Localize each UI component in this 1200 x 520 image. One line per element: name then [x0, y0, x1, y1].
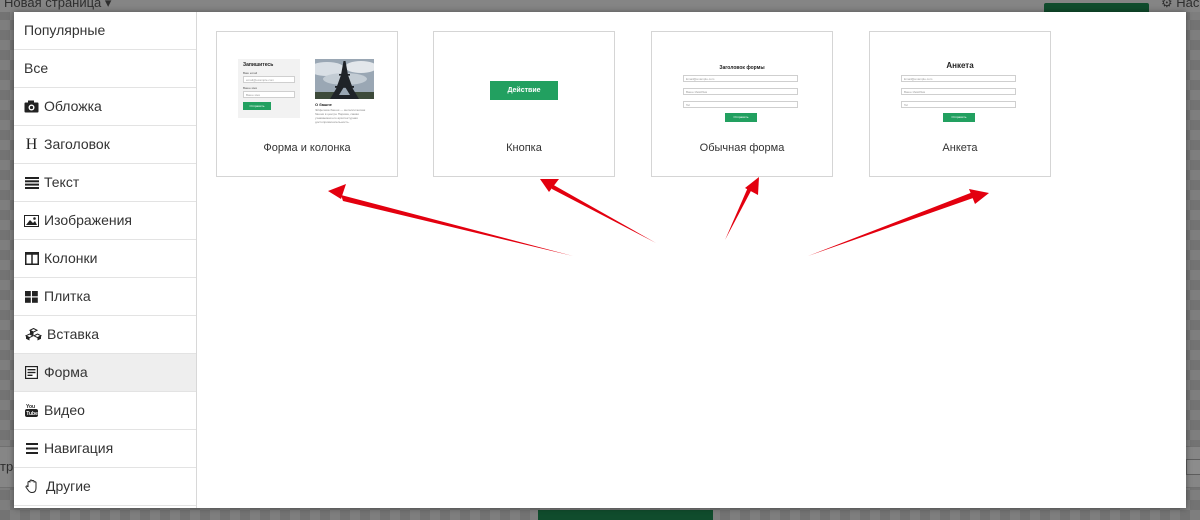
thumb-button: Действие — [490, 81, 558, 100]
sidebar-item-images[interactable]: Изображения — [14, 202, 196, 240]
image-icon — [24, 213, 39, 228]
sidebar-item-cover[interactable]: Обложка — [14, 88, 196, 126]
sidebar-item-columns[interactable]: Колонки — [14, 240, 196, 278]
thumb-form-title: Запишитесь — [243, 62, 274, 68]
sidebar-item-label: Текст — [44, 174, 80, 190]
eiffel-tower-photo — [315, 59, 374, 99]
thumb-input: Email@example.com — [901, 75, 1016, 82]
sidebar-item-heading[interactable]: H Заголовок — [14, 126, 196, 164]
sidebar-item-popular[interactable]: Популярные — [14, 12, 196, 50]
hand-icon — [24, 479, 41, 494]
tiles-icon — [24, 289, 39, 304]
header-icon: H — [25, 136, 38, 153]
sidebar-item-other[interactable]: Другие — [14, 468, 196, 506]
thumb-input: Tel — [683, 101, 798, 108]
form-icon — [24, 365, 39, 380]
category-sidebar: Популярные Все Обложка H Заголовок Текст… — [14, 12, 197, 508]
thumb-field-label: Ваше имя — [243, 86, 257, 90]
thumb-input: email@example.com — [243, 76, 295, 83]
thumb-caption-text: Эйфелева башня — металлическая башня в ц… — [315, 108, 366, 124]
sidebar-item-video[interactable]: You Tube Видео — [14, 392, 196, 430]
sidebar-item-label: Все — [24, 60, 49, 76]
sidebar-item-text[interactable]: Текст — [14, 164, 196, 202]
thumb-input: Ваше имя — [243, 91, 295, 98]
cubes-icon — [24, 327, 42, 342]
card-label: Кнопка — [506, 142, 542, 154]
block-picker-modal: Популярные Все Обложка H Заголовок Текст… — [14, 12, 1186, 508]
block-gallery: Запишитесь Ваш email email@example.com В… — [197, 12, 1186, 508]
thumb-button: Отправить — [243, 102, 271, 110]
card-thumbnail: Запишитесь Ваш email email@example.com В… — [238, 59, 300, 118]
card-label: Форма и колонка — [263, 142, 351, 154]
block-card-button[interactable]: Действие Кнопка — [433, 31, 615, 177]
block-card-form-column[interactable]: Запишитесь Ваш email email@example.com В… — [216, 31, 398, 177]
sidebar-item-label: Форма — [44, 364, 88, 380]
sidebar-item-label: Заголовок — [44, 136, 110, 152]
sidebar-item-form[interactable]: Форма — [14, 354, 196, 392]
thumb-button: Отправить — [725, 113, 757, 122]
hamburger-icon — [24, 441, 39, 456]
sidebar-item-label: Изображения — [44, 212, 132, 228]
thumb-caption-title: О башне — [315, 102, 332, 107]
thumb-input: Email@example.com — [683, 75, 798, 82]
sidebar-item-embed[interactable]: Вставка — [14, 316, 196, 354]
svg-text:Tube: Tube — [26, 411, 38, 417]
block-card-regular-form[interactable]: Заголовок формы Email@example.com Ваше И… — [651, 31, 833, 177]
sidebar-item-tiles[interactable]: Плитка — [14, 278, 196, 316]
sidebar-item-label: Плитка — [44, 288, 91, 304]
card-label: Обычная форма — [699, 142, 785, 154]
thumb-button: Отправить — [943, 113, 975, 122]
text-lines-icon — [24, 175, 39, 190]
block-card-questionnaire[interactable]: Анкета Email@example.com Ваше Имя/Имя Te… — [869, 31, 1051, 177]
thumb-form-title: Заголовок формы — [719, 65, 765, 71]
card-label: Анкета — [942, 142, 978, 154]
sidebar-item-label: Видео — [44, 402, 85, 418]
sidebar-item-label: Вставка — [47, 326, 100, 342]
columns-icon — [24, 251, 39, 266]
sidebar-item-label: Навигация — [44, 440, 114, 456]
sidebar-item-label: Колонки — [44, 250, 98, 266]
sidebar-item-all[interactable]: Все — [14, 50, 196, 88]
youtube-icon: You Tube — [24, 403, 39, 418]
sidebar-item-label: Обложка — [44, 98, 102, 114]
card-thumbnail-photo — [315, 59, 374, 99]
thumb-field-label: Ваш email — [243, 71, 258, 75]
sidebar-item-label: Другие — [46, 478, 91, 494]
thumb-input: Ваше Имя/Имя — [683, 88, 798, 95]
thumb-input: Ваше Имя/Имя — [901, 88, 1016, 95]
sidebar-item-label: Популярные — [24, 22, 106, 38]
thumb-input: Tel — [901, 101, 1016, 108]
camera-icon — [24, 99, 39, 114]
sidebar-item-navigation[interactable]: Навигация — [14, 430, 196, 468]
thumb-form-title: Анкета — [946, 61, 974, 70]
